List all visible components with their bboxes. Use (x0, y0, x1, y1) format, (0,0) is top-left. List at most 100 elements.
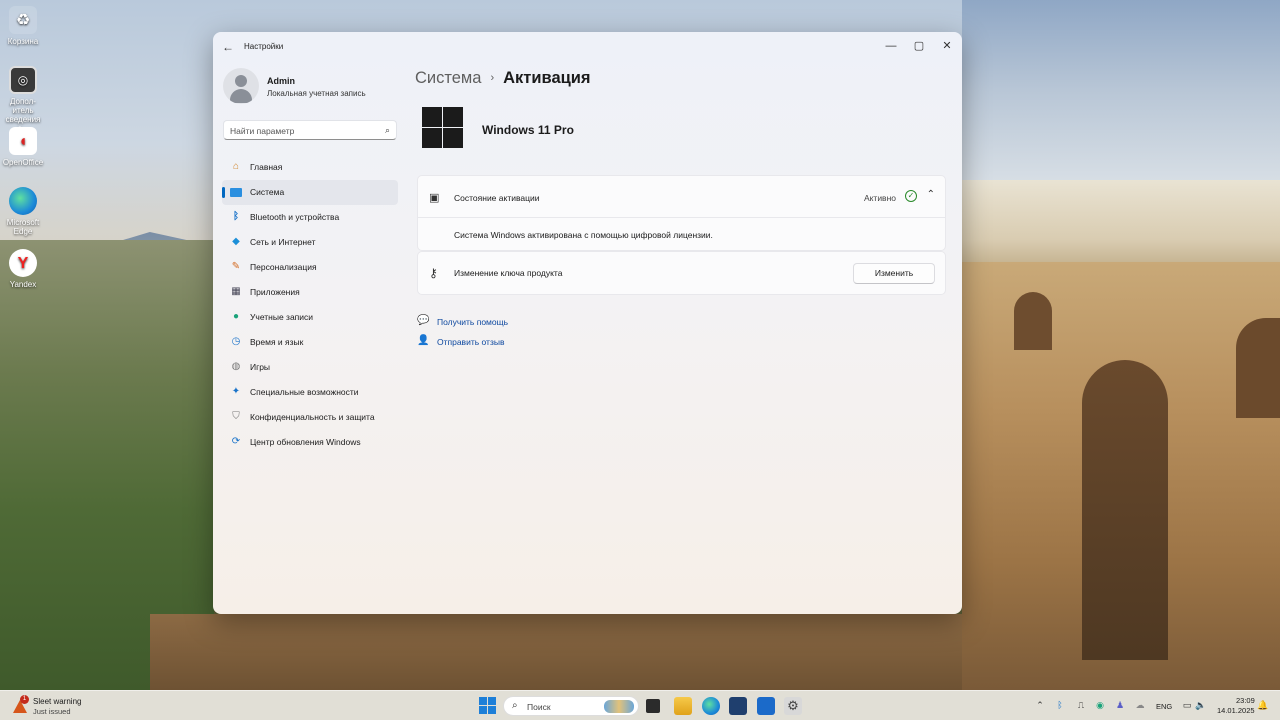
edge-icon[interactable] (702, 697, 720, 715)
recycle-bin-icon: ♻ (9, 6, 37, 34)
activation-icon: ▣ (429, 192, 440, 204)
warning-icon[interactable]: 1 (13, 695, 29, 713)
sidebar-item-gaming[interactable]: ◍ Игры (222, 355, 398, 380)
sidebar-item-personalization[interactable]: ✎ Персонализация (222, 255, 398, 280)
store-icon[interactable] (729, 697, 747, 715)
sidebar-nav: ⌂ Главная Система ᛒ Bluetooth и устройст… (222, 155, 398, 455)
notification-badge: 1 (20, 695, 29, 704)
desktop-icon-label: Yandex (9, 280, 37, 289)
cloud-icon[interactable]: ☁ (1134, 700, 1146, 711)
sidebar-item-label: Приложения (250, 287, 300, 297)
breadcrumb-parent[interactable]: Система (415, 69, 481, 87)
wallpaper-arch (1236, 318, 1280, 418)
edge-icon (9, 187, 37, 215)
teams-icon[interactable]: ♟ (1114, 700, 1126, 711)
sidebar-item-apps[interactable]: ▦ Приложения (222, 280, 398, 305)
file-explorer-icon[interactable] (674, 697, 692, 715)
wallpaper-sky (962, 0, 1280, 200)
language-indicator[interactable]: ENG (1156, 702, 1172, 711)
check-circle-icon: ✓ (905, 190, 917, 202)
send-feedback-link[interactable]: Отправить отзыв (437, 337, 504, 347)
sidebar-item-label: Конфиденциальность и защита (250, 412, 375, 422)
desktop-icon-recycle-bin[interactable]: ♻ Корзина (0, 6, 46, 46)
sidebar-item-time-language[interactable]: ◷ Время и язык (222, 330, 398, 355)
desktop-icon-edge[interactable]: Microsoft Edge (0, 187, 46, 236)
settings-gear-icon[interactable]: ⚙ (784, 697, 802, 715)
product-name: Windows 11 Pro (482, 123, 574, 137)
clock-time[interactable]: 23:09 (1236, 696, 1255, 705)
sidebar-item-network[interactable]: ◆ Сеть и Интернет (222, 230, 398, 255)
chevron-up-icon[interactable]: ⌃ (927, 189, 935, 200)
sidebar-item-privacy[interactable]: ⛉ Конфиденциальность и защита (222, 405, 398, 430)
accessibility-icon: ✦ (231, 386, 241, 397)
change-product-key-button[interactable]: Изменить (853, 263, 935, 284)
desktop-icon-info[interactable]: ◎ Допол-итель сведения о... (0, 66, 46, 133)
avatar (223, 68, 259, 104)
taskbar-search-placeholder: Поиск (527, 702, 551, 712)
sidebar-item-windows-update[interactable]: ⟳ Центр обновления Windows (222, 430, 398, 455)
sidebar-item-label: Bluetooth и устройства (250, 212, 340, 222)
start-button[interactable] (479, 697, 497, 715)
notifications-bell-icon[interactable]: 🔔 (1257, 700, 1269, 711)
feedback-icon: 👤 (417, 335, 430, 346)
minimize-button[interactable]: — (877, 36, 905, 56)
get-help-link[interactable]: Получить помощь (437, 317, 508, 327)
sidebar-item-label: Время и язык (250, 337, 304, 347)
sidebar-item-accounts[interactable]: ● Учетные записи (222, 305, 398, 330)
wallpaper-arch (1082, 360, 1168, 660)
taskbar-search[interactable]: ⌕ Поиск (503, 696, 639, 716)
search-icon: ⌕ (512, 700, 518, 711)
maximize-button[interactable]: ▢ (905, 36, 933, 56)
search-icon: ⌕ (384, 125, 390, 135)
volume-icon[interactable]: 🔈 (1195, 700, 1207, 711)
desktop-icon-yandex[interactable]: Y Yandex (0, 249, 46, 289)
time-language-icon: ◷ (231, 336, 241, 347)
profile-account-type: Локальная учетная запись (267, 89, 366, 98)
sidebar-item-home[interactable]: ⌂ Главная (222, 155, 398, 180)
sidebar-item-label: Центр обновления Windows (250, 437, 361, 447)
wallpaper-cliff (150, 614, 962, 690)
chevron-right-icon: › (490, 72, 495, 84)
bluetooth-icon[interactable]: ᛒ (1054, 700, 1066, 710)
chevron-up-icon[interactable]: ⌃ (1034, 700, 1046, 711)
weather-warning-title[interactable]: Sleet warning (33, 697, 81, 706)
desktop-icon-label: OpenOffice (2, 158, 44, 167)
activation-state-header[interactable]: ▣ Состояние активации Активно ✓ ⌃ (418, 176, 945, 218)
back-arrow-icon[interactable]: ← (221, 40, 235, 54)
weather-warning-subtitle: Just issued (33, 707, 71, 716)
edge-tray-icon[interactable]: ◉ (1094, 700, 1106, 711)
search-input[interactable]: Найти параметр ⌕ (223, 120, 397, 140)
close-button[interactable]: ✕ (933, 36, 961, 56)
desktop-icon-openoffice[interactable]: ◖ OpenOffice (0, 127, 46, 167)
profile-name: Admin (267, 76, 295, 86)
breadcrumb: Система › Активация (415, 69, 591, 88)
sidebar-item-label: Персонализация (250, 262, 317, 272)
update-icon: ⟳ (231, 436, 241, 447)
sidebar-item-accessibility[interactable]: ✦ Специальные возможности (222, 380, 398, 405)
openoffice-icon: ◖ (9, 127, 37, 155)
sidebar-item-label: Учетные записи (250, 312, 314, 322)
sidebar-item-system[interactable]: Система (222, 180, 398, 205)
title-bar: ← Настройки — ▢ ✕ (213, 32, 962, 62)
usb-icon[interactable]: ⎍ (1075, 700, 1087, 711)
outlook-icon[interactable] (757, 697, 775, 715)
key-icon: ⚷ (429, 266, 438, 280)
sidebar-item-label: Главная (250, 162, 283, 172)
clock-date[interactable]: 14.01.2025 (1217, 706, 1255, 715)
yandex-icon: Y (9, 249, 37, 277)
user-profile[interactable]: Admin Локальная учетная запись (223, 68, 403, 104)
search-placeholder: Найти параметр (230, 126, 295, 136)
product-key-title: Изменение ключа продукта (454, 268, 563, 278)
sidebar-item-label: Сеть и Интернет (250, 237, 316, 247)
search-highlight-image (604, 700, 634, 713)
desktop-icon-label: Корзина (7, 37, 39, 46)
sidebar-item-bluetooth[interactable]: ᛒ Bluetooth и устройства (222, 205, 398, 230)
activation-state-title: Состояние активации (454, 193, 540, 203)
system-icon (230, 186, 242, 198)
network-icon[interactable]: ▭ (1181, 700, 1193, 711)
wallpaper-arch (1014, 292, 1052, 350)
page-title: Активация (503, 69, 591, 87)
brush-icon: ✎ (231, 261, 241, 272)
task-view-icon[interactable] (646, 699, 660, 713)
accounts-icon: ● (232, 311, 240, 322)
